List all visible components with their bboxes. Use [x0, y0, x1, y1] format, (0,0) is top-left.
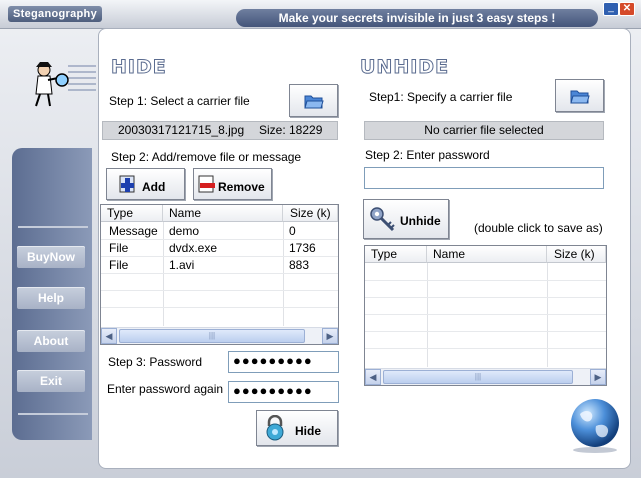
scroll-left-arrow-icon[interactable]: ◀ — [365, 369, 381, 385]
unhide-step2-label: Step 2: Enter password — [365, 148, 490, 162]
exit-button[interactable]: Exit — [17, 370, 85, 392]
hide-heading: HIDE — [111, 56, 167, 79]
row-divider — [365, 314, 606, 315]
app-title: Steganography — [8, 6, 102, 22]
carrier-size: Size: 18229 — [259, 123, 323, 137]
column-separator — [547, 263, 548, 367]
hide-step1-label: Step 1: Select a carrier file — [109, 94, 250, 108]
carrier-file-info: 20030317121715_8.jpg Size: 18229 — [102, 121, 338, 140]
unhide-button[interactable]: Unhide — [363, 199, 449, 239]
hide-step2-label: Step 2: Add/remove file or message — [111, 150, 302, 164]
table-row[interactable]: Message demo 0 — [101, 223, 338, 239]
column-separator — [427, 263, 428, 367]
scroll-left-arrow-icon[interactable]: ◀ — [101, 328, 117, 344]
column-header-size[interactable]: Size (k) — [547, 246, 606, 263]
row-divider — [101, 290, 338, 291]
select-carrier-button[interactable] — [289, 84, 338, 117]
minimize-button[interactable]: _ — [603, 2, 619, 16]
cell-type: File — [109, 241, 129, 255]
column-header-size[interactable]: Size (k) — [283, 205, 338, 222]
sidebar-divider — [18, 413, 88, 415]
unhide-heading: UNHIDE — [359, 56, 450, 79]
password-label: Step 3: Password — [108, 355, 203, 369]
unhide-file-table[interactable]: Type Name Size (k) ◀ ||| ▶ — [364, 245, 607, 386]
column-header-name[interactable]: Name — [427, 246, 547, 263]
cell-name: dvdx.exe — [169, 241, 218, 255]
cell-size: 883 — [289, 258, 310, 272]
sidebar-divider — [18, 226, 88, 228]
scroll-thumb[interactable]: ||| — [119, 329, 305, 343]
password-field[interactable]: ●●●●●●●●● — [228, 351, 339, 373]
unhide-carrier-status: No carrier file selected — [364, 121, 604, 140]
hide-button-label: Hide — [295, 424, 322, 438]
column-header-type[interactable]: Type — [365, 246, 427, 263]
add-button[interactable]: Add — [106, 168, 185, 200]
unhide-button-label: Unhide — [400, 214, 441, 228]
save-as-hint: (double click to save as) — [474, 221, 603, 235]
cell-size: 0 — [289, 224, 296, 238]
column-header-type[interactable]: Type — [101, 205, 163, 222]
folder-open-icon — [304, 95, 324, 109]
row-divider — [365, 280, 606, 281]
row-divider — [365, 331, 606, 332]
about-button[interactable]: About — [17, 330, 85, 352]
password-again-label: Enter password again — [107, 382, 224, 396]
scroll-thumb[interactable]: ||| — [383, 370, 573, 384]
cell-type: File — [109, 258, 129, 272]
remove-icon — [198, 175, 215, 193]
detective-icon — [24, 58, 98, 110]
carrier-filename: 20030317121715_8.jpg — [118, 123, 245, 137]
help-button[interactable]: Help — [17, 287, 85, 309]
table-row[interactable]: File dvdx.exe 1736 — [101, 240, 338, 256]
row-divider — [101, 307, 338, 308]
row-divider — [365, 297, 606, 298]
cell-type: Message — [109, 224, 158, 238]
close-button[interactable]: ✕ — [619, 2, 635, 16]
globe-icon — [566, 396, 624, 454]
hide-button[interactable]: Hide — [256, 410, 338, 446]
scroll-right-arrow-icon[interactable]: ▶ — [322, 328, 338, 344]
row-divider — [101, 273, 338, 274]
unhide-table-hscroll[interactable]: ◀ ||| ▶ — [365, 368, 606, 385]
password-again-field[interactable]: ●●●●●●●●● — [228, 381, 339, 403]
cell-size: 1736 — [289, 241, 316, 255]
column-header-name[interactable]: Name — [163, 205, 283, 222]
add-button-label: Add — [142, 180, 166, 194]
row-divider — [365, 348, 606, 349]
unhide-step1-label: Step1: Specify a carrier file — [369, 90, 513, 104]
remove-button[interactable]: Remove — [193, 168, 272, 200]
hide-file-table[interactable]: Type Name Size (k) Message demo 0 File d… — [100, 204, 339, 345]
cell-name: demo — [169, 224, 200, 238]
slogan-banner: Make your secrets invisible in just 3 ea… — [236, 9, 598, 27]
specify-carrier-button[interactable] — [555, 79, 604, 112]
scroll-right-arrow-icon[interactable]: ▶ — [590, 369, 606, 385]
lock-icon — [266, 415, 284, 441]
cell-name: 1.avi — [169, 258, 195, 272]
folder-open-icon — [570, 90, 590, 104]
keys-icon — [370, 207, 395, 232]
buynow-button[interactable]: BuyNow — [17, 246, 85, 268]
add-icon — [119, 175, 135, 193]
remove-button-label: Remove — [218, 180, 265, 194]
hide-table-hscroll[interactable]: ◀ ||| ▶ — [101, 327, 338, 344]
unhide-password-field[interactable] — [364, 167, 604, 189]
table-row[interactable]: File 1.avi 883 — [101, 257, 338, 273]
